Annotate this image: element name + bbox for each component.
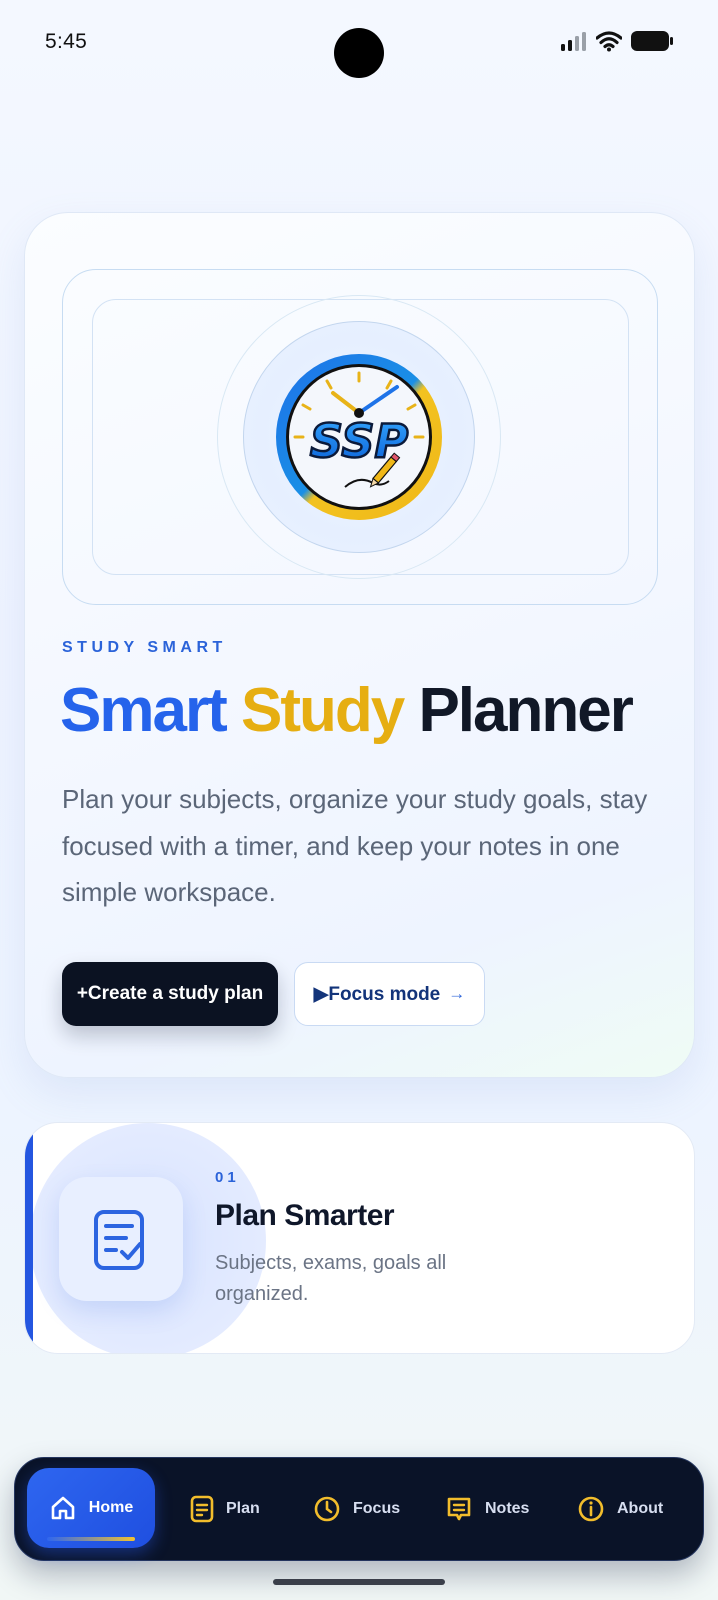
- feature-number: 01: [215, 1169, 240, 1186]
- status-time: 5:45: [45, 30, 88, 53]
- home-indicator[interactable]: [273, 1579, 445, 1585]
- focus-mode-label: ▶Focus mode: [313, 983, 441, 1005]
- signal-icon: [561, 32, 586, 51]
- title-word-smart: Smart: [60, 676, 228, 745]
- feature-card-plan-smarter[interactable]: 01 Plan Smarter Subjects, exams, goals a…: [24, 1122, 695, 1354]
- nav-item-about[interactable]: About: [577, 1484, 663, 1534]
- camera-cutout: [334, 28, 384, 78]
- title-word-study: Study: [240, 676, 405, 745]
- feature-description: Subjects, exams, goals all organized.: [215, 1252, 447, 1305]
- focus-mode-button[interactable]: ▶Focus mode →: [294, 962, 485, 1026]
- home-icon: [51, 1496, 75, 1520]
- nav-item-home[interactable]: Home: [27, 1468, 155, 1548]
- ssp-clock-logo: SSP: [276, 354, 442, 520]
- hero-title: Smart Study Planner: [60, 675, 634, 746]
- active-indicator: [47, 1537, 135, 1541]
- checklist-document-icon: [94, 1210, 144, 1270]
- clock-icon: [314, 1496, 340, 1522]
- feature-icon-box: [59, 1177, 183, 1301]
- nav-label-focus: Focus: [353, 1500, 401, 1517]
- nav-label-about: About: [617, 1500, 664, 1517]
- hero-eyebrow: STUDY SMART: [62, 639, 227, 656]
- info-icon: [578, 1496, 604, 1522]
- feature-accent-bar: [25, 1123, 33, 1353]
- logo-frame: SSP: [62, 269, 658, 605]
- nav-label-home: Home: [88, 1499, 134, 1516]
- status-icons: [560, 30, 674, 52]
- status-bar: 5:45: [0, 0, 718, 84]
- nav-label-plan: Plan: [226, 1500, 260, 1517]
- hero-description: Plan your subjects, organize your study …: [62, 784, 648, 907]
- nav-item-notes[interactable]: Notes: [445, 1484, 529, 1534]
- title-word-planner: Planner: [418, 676, 633, 745]
- feature-title: Plan Smarter: [215, 1199, 395, 1232]
- arrow-right-icon: →: [448, 984, 466, 1003]
- hero-card: SSP STUDY SMART Smart Study Planner Plan…: [24, 212, 695, 1078]
- nav-item-focus[interactable]: Focus: [313, 1484, 400, 1534]
- nav-item-plan[interactable]: Plan: [190, 1484, 260, 1534]
- notes-icon: [447, 1497, 471, 1521]
- bottom-nav: Home Plan Focus Notes About: [14, 1457, 704, 1561]
- create-study-plan-button[interactable]: +Create a study plan: [62, 962, 278, 1026]
- nav-label-notes: Notes: [485, 1500, 530, 1517]
- battery-icon: [631, 31, 673, 51]
- document-icon: [190, 1495, 214, 1523]
- wifi-icon: [596, 31, 622, 52]
